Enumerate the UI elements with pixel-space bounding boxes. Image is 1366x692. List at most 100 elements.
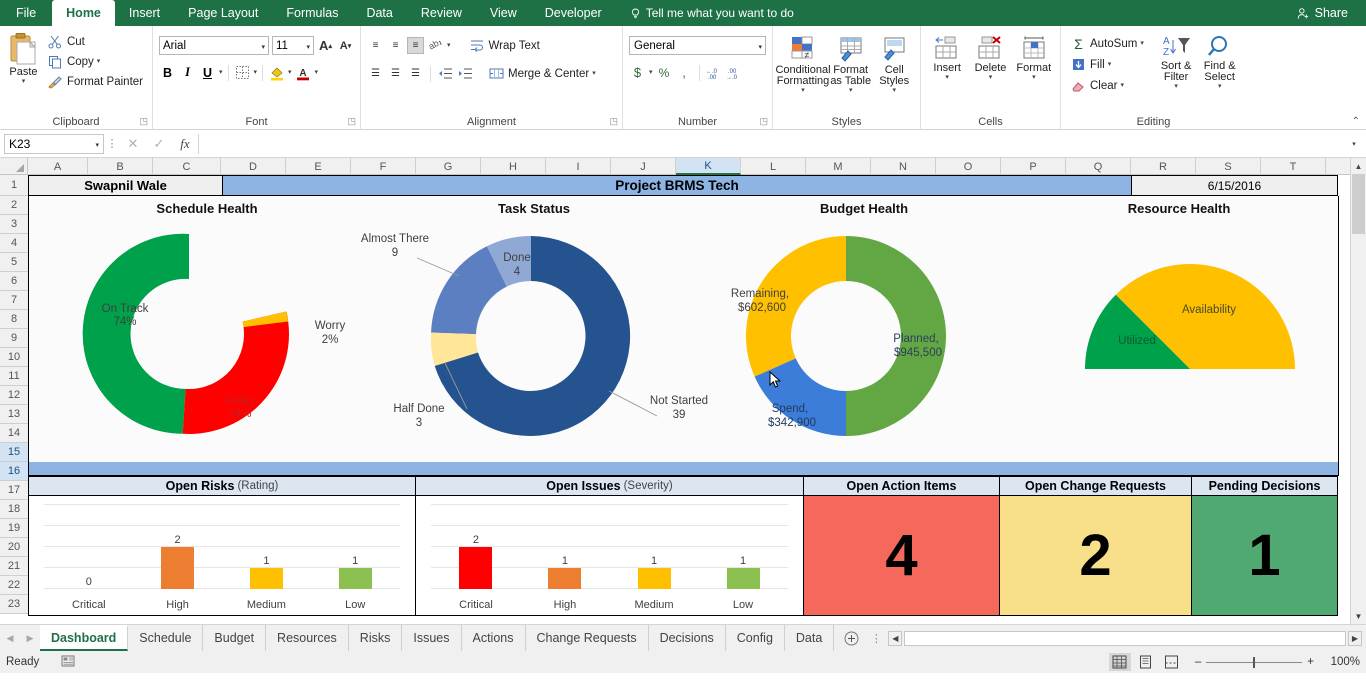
tell-me-box[interactable]: Tell me what you want to do (616, 0, 794, 26)
insert-cells-button[interactable]: Insert ▾ (927, 32, 967, 81)
sheet-tab-change-requests[interactable]: Change Requests (526, 625, 649, 651)
owner-cell[interactable]: Swapnil Wale (28, 175, 222, 196)
tab-review[interactable]: Review (407, 0, 476, 26)
column-header-H[interactable]: H (481, 158, 546, 175)
bar[interactable] (250, 568, 283, 589)
tab-formulas[interactable]: Formulas (272, 0, 352, 26)
column-header-A[interactable]: A (28, 158, 88, 175)
cancel-formula-button[interactable]: ✕ (120, 134, 146, 154)
horizontal-scroll-track[interactable] (904, 631, 1346, 646)
bar-column[interactable]: 1 (311, 502, 400, 589)
autosum-button[interactable]: Σ AutoSum ▾ (1067, 34, 1147, 53)
delete-caret-icon[interactable]: ▾ (989, 74, 993, 81)
tab-insert[interactable]: Insert (115, 0, 174, 26)
column-header-F[interactable]: F (351, 158, 416, 175)
format-painter-button[interactable]: Format Painter (44, 72, 146, 91)
clear-button[interactable]: Clear ▾ (1067, 76, 1147, 95)
orientation-caret-icon[interactable]: ▾ (447, 42, 451, 49)
column-header-I[interactable]: I (546, 158, 611, 175)
number-dialog-launcher[interactable]: ◳ (759, 116, 768, 127)
comma-style-button[interactable]: , (676, 64, 693, 81)
align-center-button[interactable]: ☰ (387, 65, 404, 82)
row-header-11[interactable]: 11 (0, 367, 28, 386)
scroll-up-button[interactable]: ▲ (1351, 158, 1366, 174)
name-box[interactable]: K23 ▾ (4, 134, 104, 154)
tab-page-layout[interactable]: Page Layout (174, 0, 272, 26)
row-header-14[interactable]: 14 (0, 424, 28, 443)
zoom-out-button[interactable]: – (1195, 656, 1201, 668)
row-header-12[interactable]: 12 (0, 386, 28, 405)
formula-bar-expand-button[interactable]: ▾ (1346, 134, 1362, 154)
accounting-format-button[interactable]: $ (629, 64, 646, 81)
increase-font-size-button[interactable]: A▴ (317, 37, 334, 54)
find-select-button[interactable]: Find & Select ▾ (1199, 32, 1240, 90)
header-pending-decisions[interactable]: Pending Decisions (1192, 476, 1338, 496)
cf-caret-icon[interactable]: ▾ (801, 87, 805, 94)
increase-decimal-button[interactable]: .00→.0 (726, 64, 743, 81)
row-header-17[interactable]: 17 (0, 481, 28, 500)
alignment-dialog-launcher[interactable]: ◳ (609, 116, 618, 127)
zoom-in-button[interactable]: + (1307, 656, 1314, 668)
sheet-tab-issues[interactable]: Issues (402, 625, 461, 651)
sf-caret-icon[interactable]: ▾ (1174, 83, 1178, 90)
sheet-tab-actions[interactable]: Actions (462, 625, 526, 651)
chart-open-issues[interactable]: 2111CriticalHighMediumLow (416, 496, 804, 616)
row-header-1[interactable]: 1 (0, 175, 28, 196)
row-header-2[interactable]: 2 (0, 196, 28, 215)
column-header-P[interactable]: P (1001, 158, 1066, 175)
row-header-21[interactable]: 21 (0, 557, 28, 576)
paste-caret-icon[interactable]: ▾ (22, 78, 26, 85)
row-header-16[interactable]: 16 (0, 462, 28, 481)
wrap-text-button[interactable]: Wrap Text (466, 36, 543, 55)
bar[interactable] (727, 568, 760, 589)
row-header-4[interactable]: 4 (0, 234, 28, 253)
sheet-tab-resources[interactable]: Resources (266, 625, 349, 651)
bar-column[interactable]: 1 (699, 502, 788, 589)
row-header-18[interactable]: 18 (0, 500, 28, 519)
orientation-button[interactable]: ab (427, 37, 444, 54)
column-header-G[interactable]: G (416, 158, 481, 175)
chart-resource-health[interactable]: Resource Health Availability Utilized (1029, 196, 1329, 462)
sheet-tab-config[interactable]: Config (726, 625, 785, 651)
bar[interactable] (638, 568, 671, 589)
column-header-T[interactable]: T (1261, 158, 1326, 175)
column-header-J[interactable]: J (611, 158, 676, 175)
page-layout-view-button[interactable] (1135, 653, 1157, 671)
cs-caret-icon[interactable]: ▾ (892, 87, 896, 94)
column-header-R[interactable]: R (1131, 158, 1196, 175)
sort-filter-button[interactable]: A Z Sort & Filter ▾ (1156, 32, 1197, 90)
row-header-20[interactable]: 20 (0, 538, 28, 557)
row-header-7[interactable]: 7 (0, 291, 28, 310)
row-header-23[interactable]: 23 (0, 595, 28, 614)
format-as-table-button[interactable]: Format as Table ▾ (830, 32, 871, 94)
insert-caret-icon[interactable]: ▾ (945, 74, 949, 81)
chart-task-status[interactable]: Task Status (359, 196, 709, 462)
font-color-button[interactable]: A (295, 64, 312, 81)
format-cells-button[interactable]: Format ▾ (1014, 32, 1054, 81)
header-open-change-requests[interactable]: Open Change Requests (1000, 476, 1192, 496)
normal-view-button[interactable] (1109, 653, 1131, 671)
bar[interactable] (339, 568, 372, 589)
header-open-action-items[interactable]: Open Action Items (804, 476, 1000, 496)
fs-caret-icon[interactable]: ▾ (1218, 83, 1222, 90)
align-bottom-button[interactable]: ≡ (407, 37, 424, 54)
column-header-M[interactable]: M (806, 158, 871, 175)
scroll-left-button[interactable]: ◀ (888, 631, 902, 646)
formula-bar-expand-dots[interactable]: ⋮ (104, 137, 120, 150)
fill-button[interactable]: Fill ▾ (1067, 55, 1147, 74)
bar[interactable] (548, 568, 581, 589)
kpi-open-action-items[interactable]: 4 (804, 496, 1000, 616)
bar-column[interactable]: 1 (222, 502, 311, 589)
fill-color-button[interactable] (268, 64, 285, 81)
formula-input[interactable] (198, 134, 1346, 154)
bar-column[interactable]: 2 (133, 502, 222, 589)
number-format-select[interactable]: General ▾ (629, 36, 766, 55)
sheet-tab-dashboard[interactable]: Dashboard (40, 625, 128, 651)
tab-developer[interactable]: Developer (531, 0, 616, 26)
paste-button[interactable]: Paste ▾ (6, 30, 41, 85)
scroll-right-button[interactable]: ▶ (1348, 631, 1362, 646)
tab-data[interactable]: Data (352, 0, 406, 26)
column-header-O[interactable]: O (936, 158, 1001, 175)
bar-column[interactable]: 2 (431, 502, 520, 589)
vertical-scrollbar[interactable]: ▲ ▼ (1350, 158, 1366, 624)
